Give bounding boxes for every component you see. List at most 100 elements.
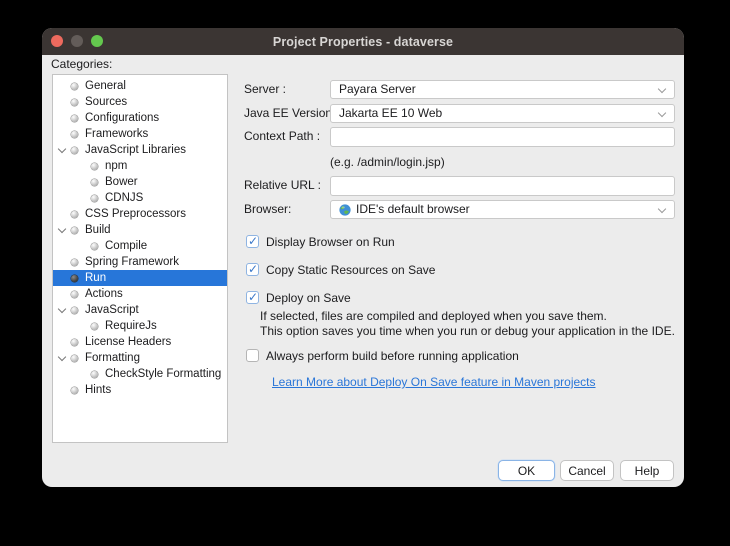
node-bullet-icon xyxy=(91,371,98,378)
java-ee-version-value: Jakarta EE 10 Web xyxy=(339,105,442,122)
tree-item-checkstyle-formatting[interactable]: CheckStyle Formatting xyxy=(53,366,227,382)
project-properties-dialog: Project Properties - dataverse Categorie… xyxy=(42,28,684,487)
node-bullet-icon xyxy=(91,243,98,250)
window-title: Project Properties - dataverse xyxy=(273,35,453,49)
checkbox-icon[interactable] xyxy=(246,349,259,362)
tree-item-actions[interactable]: Actions xyxy=(53,286,227,302)
chevron-spacer xyxy=(56,336,69,348)
tree-item-label: npm xyxy=(105,160,127,172)
categories-panel[interactable]: GeneralSources Configurations Frameworks Ja… xyxy=(52,74,228,443)
tree-item-frameworks[interactable]: Frameworks xyxy=(53,126,227,142)
chevron-spacer xyxy=(56,208,69,220)
tree-item-cdnjs[interactable]: CDNJS xyxy=(53,190,227,206)
tree-item-license-headers[interactable]: License Headers xyxy=(53,334,227,350)
tree-item-compile[interactable]: Compile xyxy=(53,238,227,254)
traffic-lights xyxy=(51,35,103,47)
chevron-spacer xyxy=(76,176,89,188)
display-browser-on-run-checkbox[interactable]: Display Browser on Run xyxy=(246,234,395,249)
tree-item-javascript[interactable]: JavaScript xyxy=(53,302,227,318)
node-bullet-icon xyxy=(71,227,78,234)
tree-item-css-preprocessors[interactable]: CSS Preprocessors xyxy=(53,206,227,222)
tree-item-label: Actions xyxy=(85,288,123,300)
tree-item-label: JavaScript Libraries xyxy=(85,144,186,156)
checkbox-icon[interactable] xyxy=(246,291,259,304)
node-bullet-icon xyxy=(71,291,78,298)
browser-label: Browser: xyxy=(244,200,291,219)
tree-item-label: CSS Preprocessors xyxy=(85,208,186,220)
chevron-spacer xyxy=(76,160,89,172)
tree-item-requirejs[interactable]: RequireJs xyxy=(53,318,227,334)
tree-item-label: CheckStyle Formatting xyxy=(105,368,221,380)
relative-url-label: Relative URL : xyxy=(244,176,321,195)
java-ee-version-select[interactable]: Jakarta EE 10 Web xyxy=(330,104,675,123)
tree-item-label: Configurations xyxy=(85,112,159,124)
chevron-down-icon[interactable] xyxy=(56,224,69,236)
relative-url-input[interactable] xyxy=(330,176,675,196)
node-bullet-icon xyxy=(71,355,78,362)
tree-item-label: Run xyxy=(85,272,106,284)
server-label: Server : xyxy=(244,80,286,99)
tree-item-general[interactable]: General xyxy=(53,78,227,94)
node-bullet-icon xyxy=(71,307,78,314)
node-bullet-icon xyxy=(71,99,78,106)
tree-item-label: License Headers xyxy=(85,336,171,348)
context-path-input[interactable] xyxy=(330,127,675,147)
tree-item-hints[interactable]: Hints xyxy=(53,382,227,398)
tree-item-label: Frameworks xyxy=(85,128,148,140)
node-bullet-icon xyxy=(91,195,98,202)
chevron-spacer xyxy=(56,80,69,92)
chevron-down-icon[interactable] xyxy=(56,144,69,156)
node-bullet-icon xyxy=(71,147,78,154)
tree-item-formatting[interactable]: Formatting xyxy=(53,350,227,366)
tree-item-label: Compile xyxy=(105,240,147,252)
tree-item-build[interactable]: Build xyxy=(53,222,227,238)
title-bar[interactable]: Project Properties - dataverse xyxy=(42,28,684,55)
node-bullet-icon xyxy=(71,387,78,394)
categories-tree: GeneralSources Configurations Frameworks Ja… xyxy=(53,75,227,398)
chevron-down-icon xyxy=(658,205,666,213)
chevron-spacer xyxy=(56,384,69,396)
cancel-button[interactable]: Cancel xyxy=(560,460,614,481)
checkbox-label: Deploy on Save xyxy=(266,291,351,305)
tree-item-configurations[interactable]: Configurations xyxy=(53,110,227,126)
deploy-on-save-checkbox[interactable]: Deploy on Save xyxy=(246,290,351,305)
tree-item-javascript-libraries[interactable]: JavaScript Libraries xyxy=(53,142,227,158)
tree-item-sources[interactable]: Sources xyxy=(53,94,227,110)
checkbox-label: Always perform build before running appl… xyxy=(266,349,519,363)
ok-button[interactable]: OK xyxy=(498,460,555,481)
chevron-spacer xyxy=(56,256,69,268)
tree-item-bower[interactable]: Bower xyxy=(53,174,227,190)
browser-select[interactable]: IDE's default browser xyxy=(330,200,675,219)
server-select[interactable]: Payara Server xyxy=(330,80,675,99)
node-bullet-icon xyxy=(71,131,78,138)
copy-static-resources-checkbox[interactable]: Copy Static Resources on Save xyxy=(246,262,435,277)
categories-label: Categories: xyxy=(51,57,112,71)
tree-item-npm[interactable]: npm xyxy=(53,158,227,174)
node-bullet-icon xyxy=(91,179,98,186)
zoom-icon[interactable] xyxy=(91,35,103,47)
browser-value: IDE's default browser xyxy=(356,201,470,218)
tree-item-label: CDNJS xyxy=(105,192,143,204)
always-perform-build-checkbox[interactable]: Always perform build before running appl… xyxy=(246,348,519,363)
tree-item-label: Bower xyxy=(105,176,138,188)
help-button[interactable]: Help xyxy=(620,460,674,481)
chevron-down-icon[interactable] xyxy=(56,352,69,364)
tree-item-label: RequireJs xyxy=(105,320,157,332)
deploy-on-save-learn-more-link[interactable]: Learn More about Deploy On Save feature … xyxy=(272,375,596,389)
tree-item-run[interactable]: Run xyxy=(53,270,227,286)
checkbox-icon[interactable] xyxy=(246,235,259,248)
minimize-icon xyxy=(71,35,83,47)
node-bullet-icon xyxy=(91,163,98,170)
note-line-2: This option saves you time when you run … xyxy=(260,324,675,339)
node-bullet-icon xyxy=(71,339,78,346)
chevron-down-icon[interactable] xyxy=(56,304,69,316)
chevron-spacer xyxy=(76,240,89,252)
tree-item-spring-framework[interactable]: Spring Framework xyxy=(53,254,227,270)
node-bullet-icon xyxy=(71,259,78,266)
tree-item-label: Build xyxy=(85,224,111,236)
close-icon[interactable] xyxy=(51,35,63,47)
chevron-spacer xyxy=(76,192,89,204)
tree-item-label: Spring Framework xyxy=(85,256,179,268)
checkbox-icon[interactable] xyxy=(246,263,259,276)
globe-icon xyxy=(339,204,351,216)
